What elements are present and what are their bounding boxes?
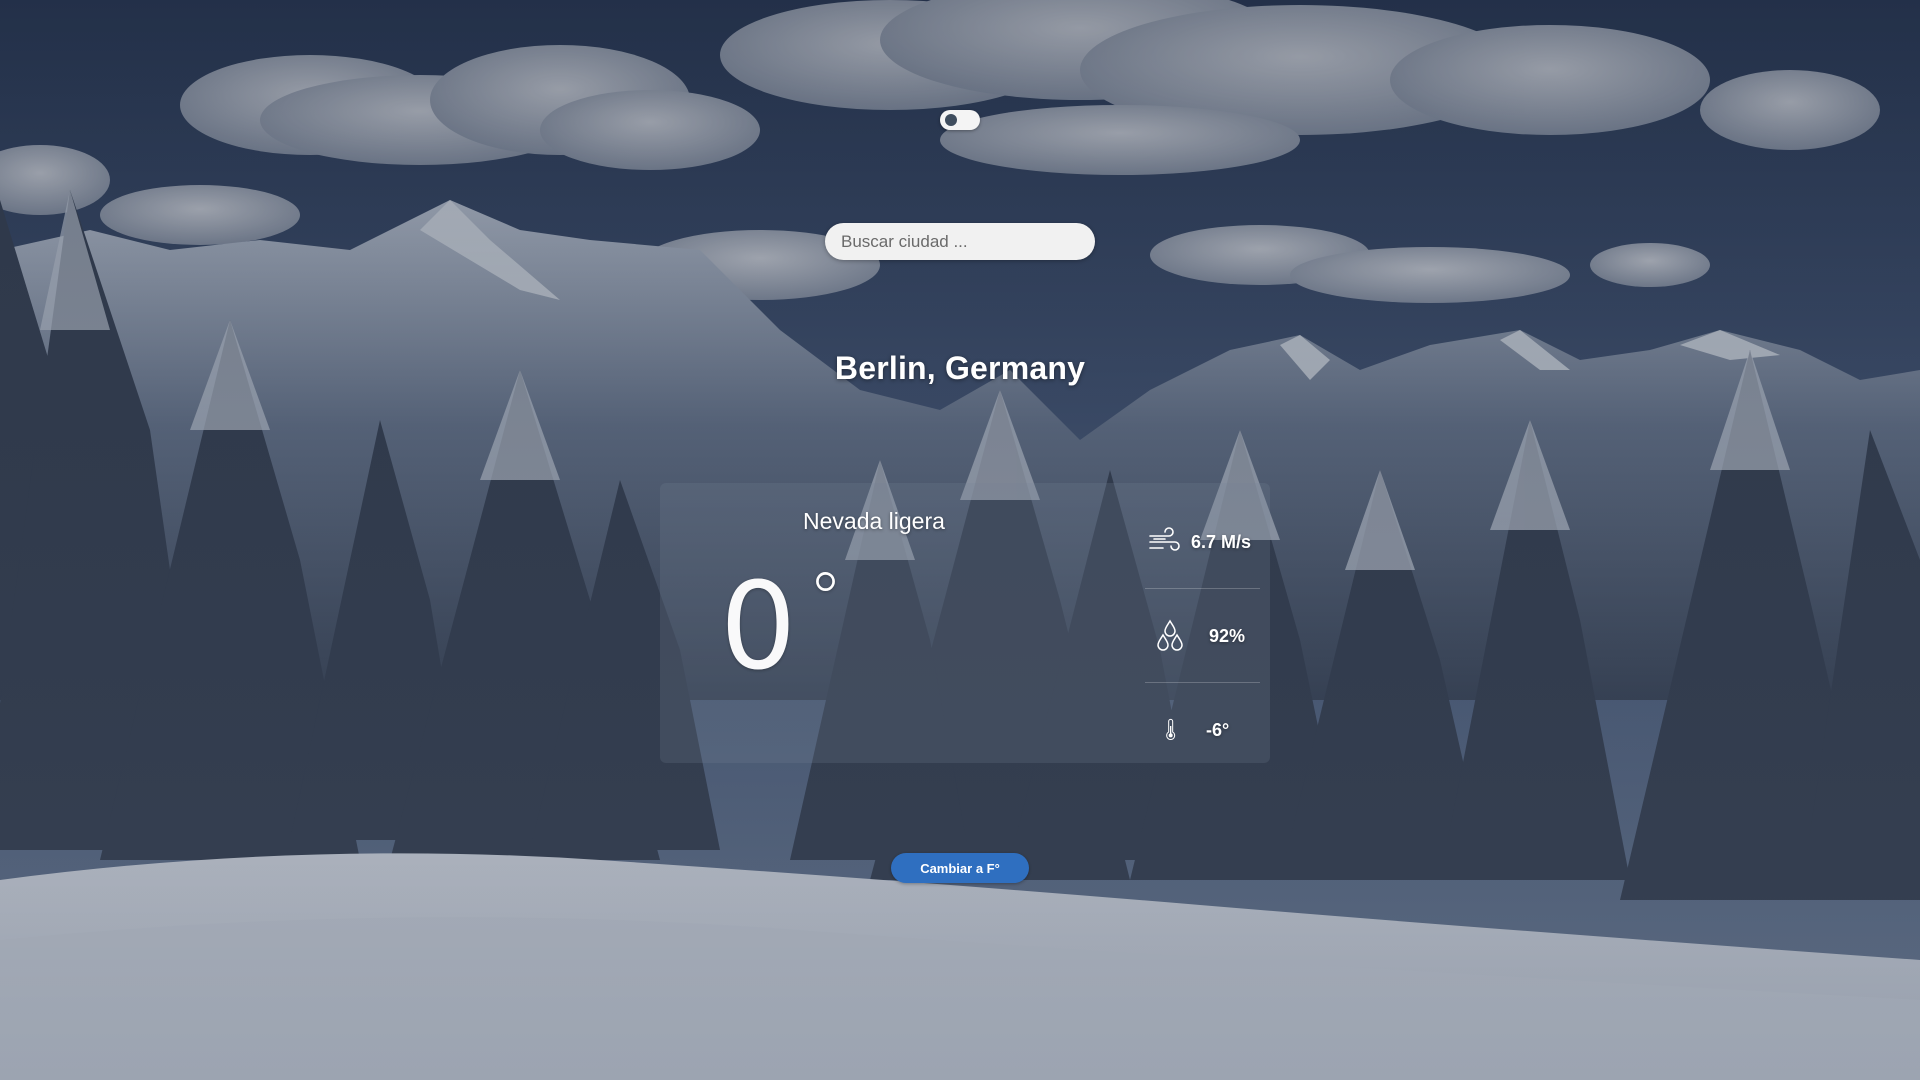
temperature-value: 0: [720, 558, 796, 697]
toggle-knob: [945, 114, 957, 126]
feels-like-value: -6°: [1206, 719, 1230, 740]
theme-toggle[interactable]: [940, 110, 980, 130]
weather-app: Berlin, Germany Nevada ligera 0 ° 6.7 M/…: [0, 0, 1920, 1080]
search-input[interactable]: [825, 223, 1095, 260]
feels-like-stat: -6°: [1140, 683, 1260, 777]
switch-unit-button[interactable]: Cambiar a F°: [891, 853, 1029, 883]
thermometer-icon: [1166, 718, 1176, 740]
city-name: Berlin, Germany: [834, 350, 1086, 386]
wind-value: 6.7 M/s: [1191, 531, 1252, 552]
wind-icon: [1149, 527, 1180, 551]
wind-stat: 6.7 M/s: [1140, 495, 1260, 589]
humidity-drops-icon: [1157, 619, 1183, 651]
weather-stats: 6.7 M/s 92% -6°: [1140, 495, 1260, 777]
humidity-stat: 92%: [1140, 589, 1260, 683]
humidity-value: 92%: [1209, 625, 1246, 646]
temperature-display: 0 °: [720, 564, 843, 688]
weather-description: Nevada ligera: [803, 508, 945, 534]
temperature-unit: °: [808, 558, 843, 640]
